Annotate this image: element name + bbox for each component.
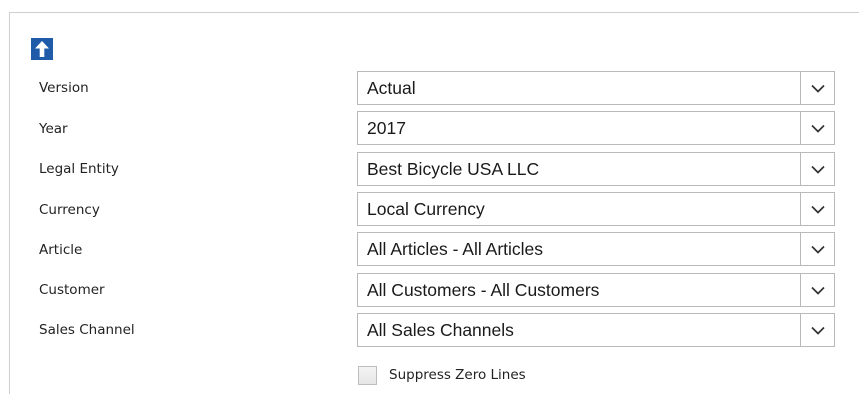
sales-channel-label: Sales Channel bbox=[39, 322, 135, 338]
version-select[interactable]: Actual bbox=[357, 71, 835, 105]
chevron-down-icon bbox=[810, 245, 825, 254]
suppress-zero-lines-option[interactable]: Suppress Zero Lines bbox=[358, 364, 526, 386]
customer-dropdown-button[interactable] bbox=[800, 274, 834, 306]
suppress-zero-lines-checkbox[interactable] bbox=[358, 365, 377, 385]
sales-channel-select[interactable]: All Sales Channels bbox=[357, 313, 835, 347]
sales-channel-dropdown-button[interactable] bbox=[800, 314, 834, 346]
navigate-up-button[interactable] bbox=[31, 38, 53, 60]
legal-entity-value: Best Bicycle USA LLC bbox=[367, 159, 540, 179]
currency-value: Local Currency bbox=[367, 199, 485, 219]
sales-channel-value: All Sales Channels bbox=[367, 320, 514, 340]
chevron-down-icon bbox=[810, 326, 825, 335]
suppress-zero-lines-label: Suppress Zero Lines bbox=[389, 367, 526, 383]
currency-label: Currency bbox=[39, 202, 100, 218]
customer-select[interactable]: All Customers - All Customers bbox=[357, 273, 835, 307]
version-value: Actual bbox=[367, 78, 416, 98]
chevron-down-icon bbox=[810, 165, 825, 174]
currency-dropdown-button[interactable] bbox=[800, 193, 834, 225]
article-select[interactable]: All Articles - All Articles bbox=[357, 232, 835, 266]
customer-value: All Customers - All Customers bbox=[367, 280, 600, 300]
chevron-down-icon bbox=[810, 286, 825, 295]
chevron-down-icon bbox=[810, 84, 825, 93]
legal-entity-select[interactable]: Best Bicycle USA LLC bbox=[357, 152, 835, 186]
version-dropdown-button[interactable] bbox=[800, 72, 834, 104]
currency-select[interactable]: Local Currency bbox=[357, 192, 835, 226]
article-dropdown-button[interactable] bbox=[800, 233, 834, 265]
legal-entity-label: Legal Entity bbox=[39, 161, 119, 177]
year-value: 2017 bbox=[367, 118, 406, 138]
year-select[interactable]: 2017 bbox=[357, 111, 835, 145]
version-label: Version bbox=[39, 80, 89, 96]
chevron-down-icon bbox=[810, 205, 825, 214]
year-label: Year bbox=[39, 121, 68, 137]
article-label: Article bbox=[39, 242, 83, 258]
arrow-up-icon bbox=[35, 41, 49, 57]
chevron-down-icon bbox=[810, 124, 825, 133]
article-value: All Articles - All Articles bbox=[367, 239, 544, 259]
year-dropdown-button[interactable] bbox=[800, 112, 834, 144]
customer-label: Customer bbox=[39, 282, 105, 298]
legal-entity-dropdown-button[interactable] bbox=[800, 153, 834, 185]
